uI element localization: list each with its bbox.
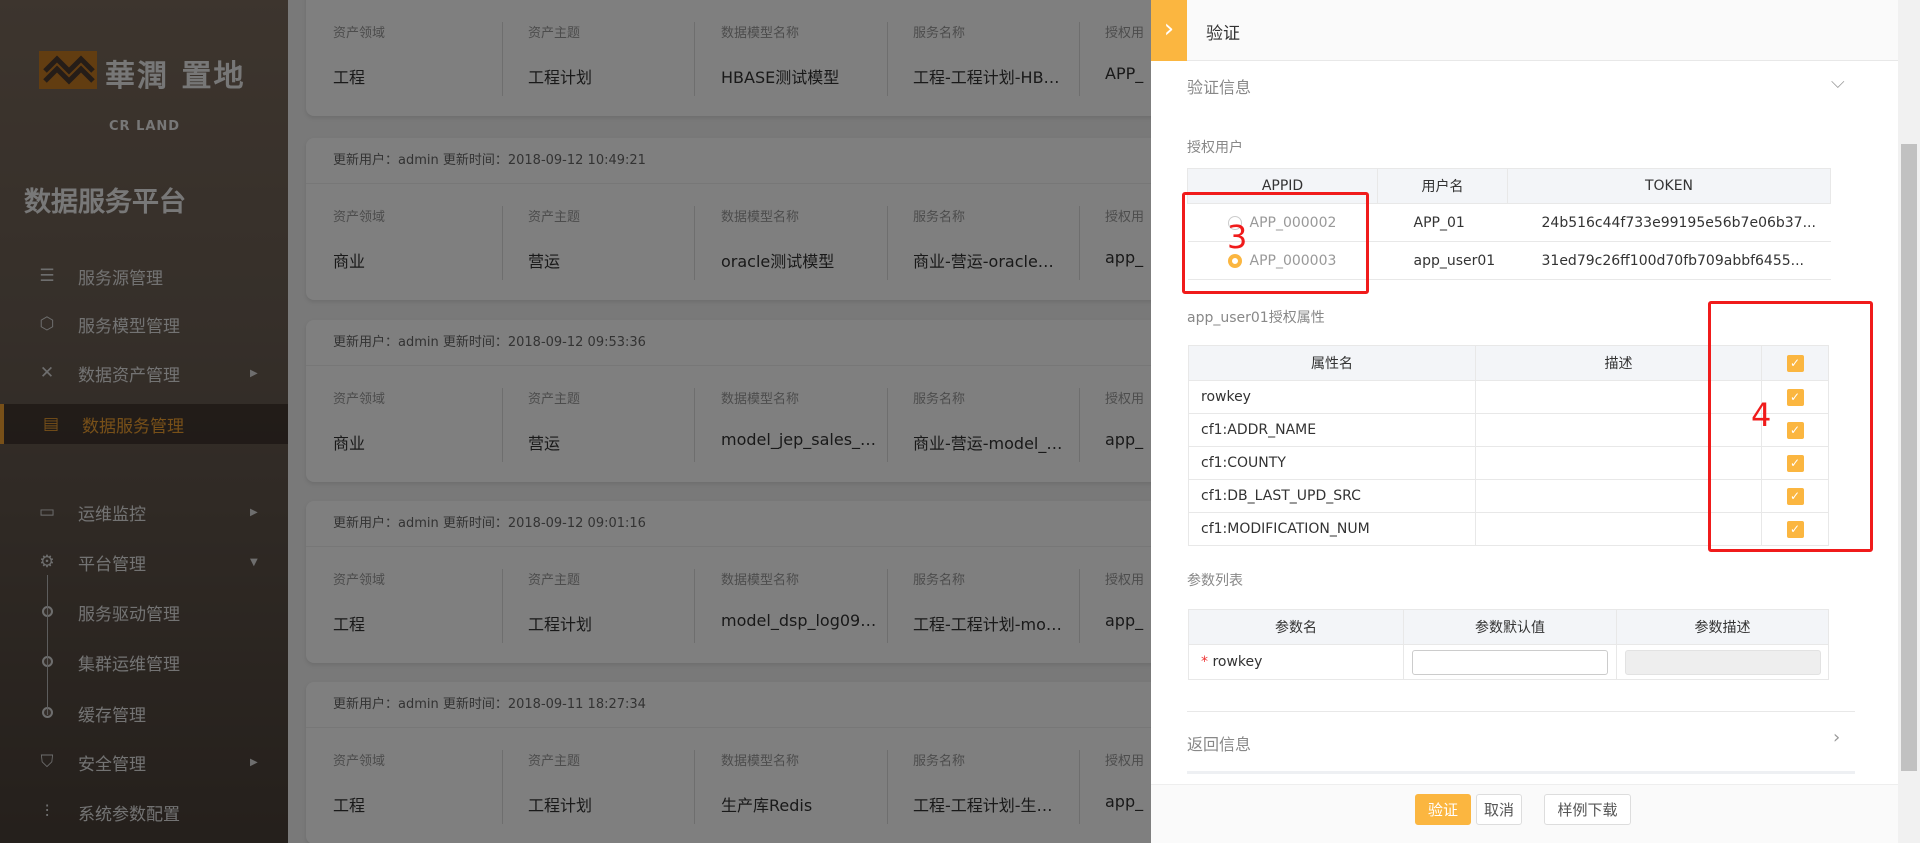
col-username: 用户名: [1377, 168, 1508, 204]
chevron-right-icon[interactable]: ›: [1833, 727, 1840, 748]
auth-users-label: 授权用户: [1187, 140, 1243, 156]
param-label: 参数列表: [1187, 573, 1243, 589]
drawer-footer: 验证 取消 样例下载: [1151, 784, 1898, 843]
param-name: rowkey: [1212, 654, 1263, 670]
required-mark: *: [1201, 654, 1208, 670]
drawer-title: 验证: [1206, 24, 1240, 44]
username: APP_01: [1377, 203, 1508, 242]
annotation-box-3: [1182, 192, 1369, 294]
annotation-number-3: 3: [1227, 218, 1248, 256]
collapse-drawer-button[interactable]: ›: [1151, 0, 1187, 61]
attr-name: cf1:DB_LAST_UPD_SRC: [1188, 479, 1476, 513]
annotation-number-4: 4: [1751, 396, 1772, 434]
col-param-name: 参数名: [1188, 609, 1404, 645]
col-param-default: 参数默认值: [1403, 609, 1617, 645]
attr-name: rowkey: [1188, 380, 1476, 414]
section-return-info[interactable]: 返回信息: [1187, 731, 1251, 755]
modal-mask[interactable]: [0, 0, 1151, 843]
annotation-box-4: [1708, 301, 1873, 552]
param-default-input[interactable]: [1412, 649, 1608, 675]
scrollbar-thumb[interactable]: [1901, 144, 1917, 771]
col-param-desc: 参数描述: [1616, 609, 1829, 645]
attr-name: cf1:MODIFICATION_NUM: [1188, 512, 1476, 546]
username: app_user01: [1377, 241, 1508, 280]
param-table: 参数名 参数默认值 参数描述 * rowkey: [1188, 609, 1829, 680]
attr-name: cf1:COUNTY: [1188, 446, 1476, 480]
drawer-header: › 验证: [1151, 0, 1898, 61]
token: 24b516c44f733e99195e56b7e06b37...: [1507, 203, 1831, 242]
divider: [1187, 771, 1855, 774]
scrollbar[interactable]: [1898, 0, 1920, 843]
attr-name: cf1:ADDR_NAME: [1188, 413, 1476, 447]
token: 31ed79c26ff100d70fb709abbf6455...: [1507, 241, 1831, 280]
section-verify-info[interactable]: 验证信息: [1187, 74, 1251, 98]
col-token: TOKEN: [1507, 168, 1831, 204]
verify-button[interactable]: 验证: [1415, 794, 1471, 825]
verify-drawer: › 验证 验证信息 ⌵ 授权用户 APPID 用户名 TOKEN APP_00000…: [1151, 0, 1920, 843]
sample-download-button[interactable]: 样例下载: [1544, 794, 1631, 825]
cancel-button[interactable]: 取消: [1476, 794, 1522, 825]
table-row: * rowkey: [1188, 644, 1829, 680]
attr-label: app_user01授权属性: [1187, 310, 1325, 326]
divider: [1187, 711, 1855, 712]
col-attr-name: 属性名: [1188, 345, 1476, 381]
param-desc-input: [1624, 649, 1821, 675]
chevron-down-icon[interactable]: ⌵: [1831, 72, 1845, 93]
